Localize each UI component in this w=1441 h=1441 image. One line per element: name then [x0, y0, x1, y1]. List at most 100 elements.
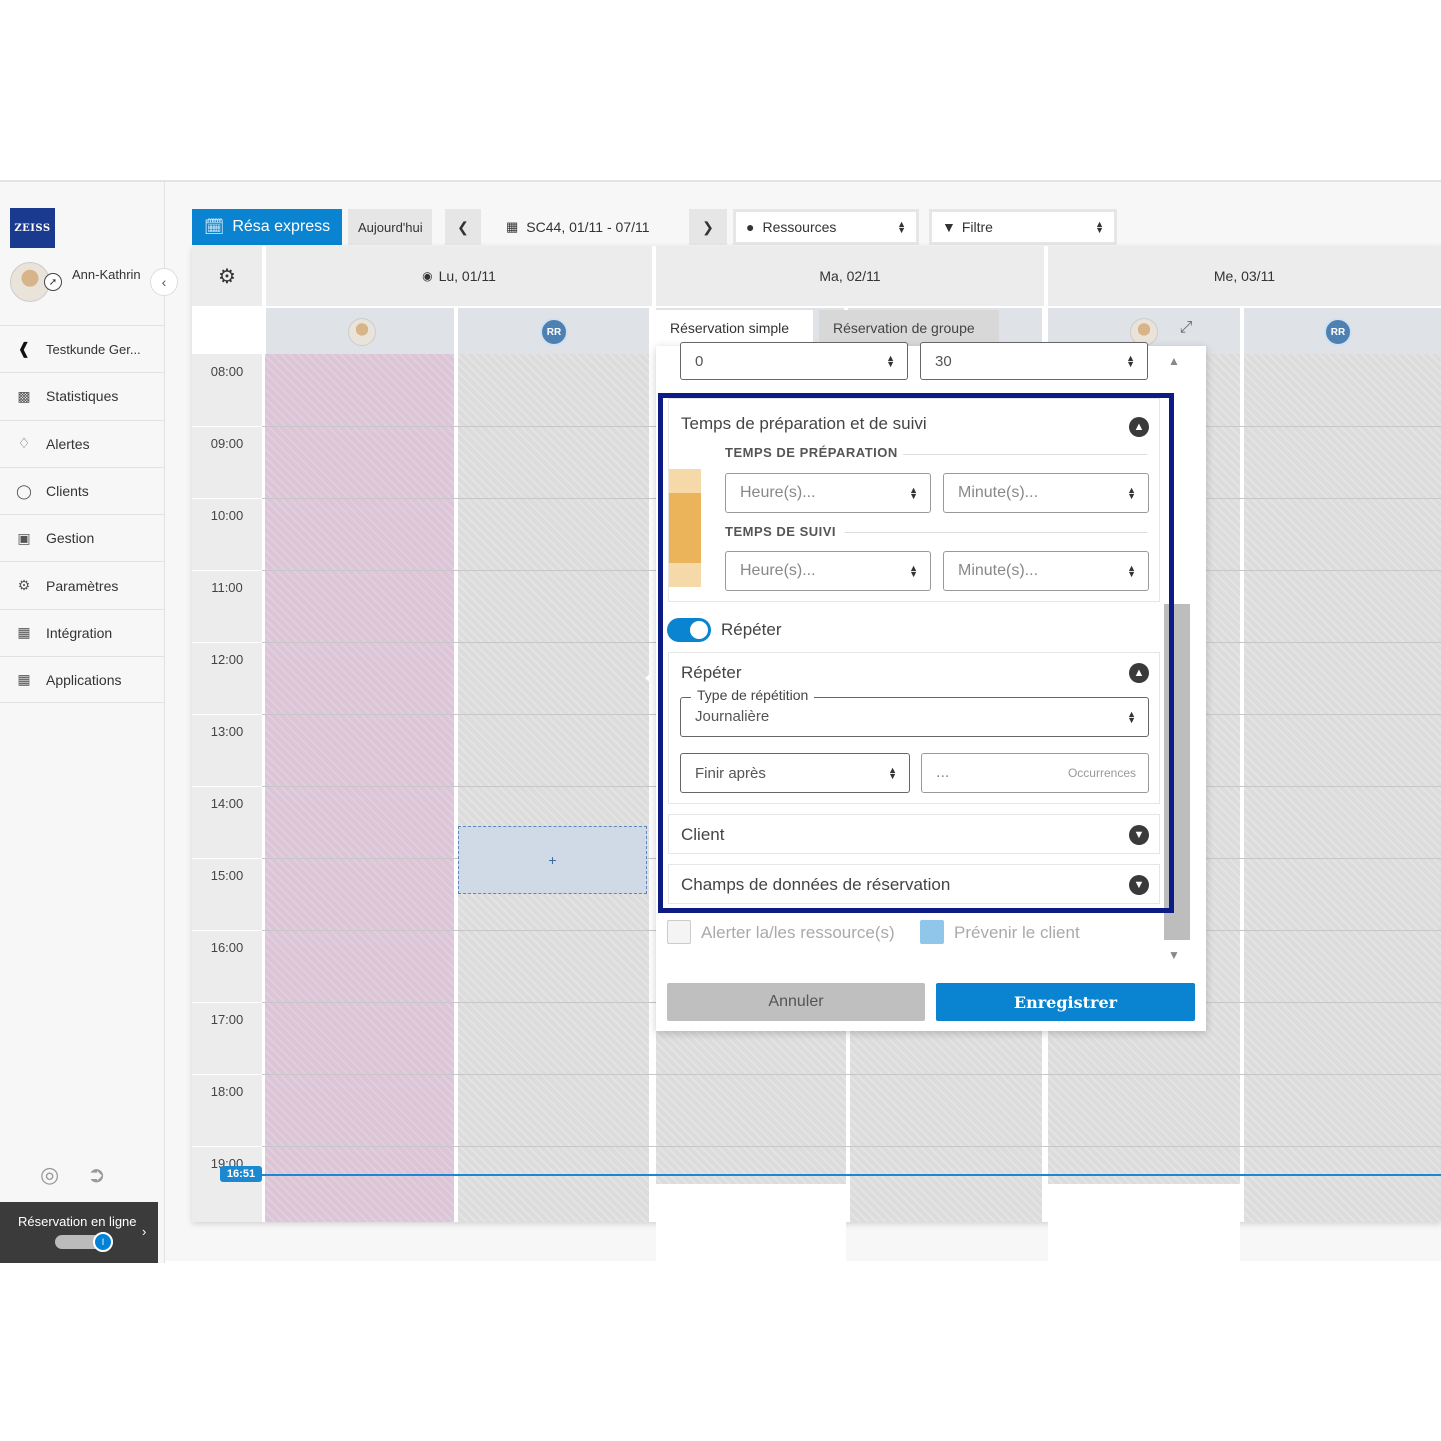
prep-hours-select[interactable]: Heure(s)... ▲ ▼	[725, 473, 931, 513]
prep-section-title: Temps de préparation et de suivi	[681, 414, 927, 433]
chevron-down-icon[interactable]: ▼	[1129, 825, 1149, 845]
location-pin-icon: ◉	[422, 269, 433, 283]
scroll-down-icon[interactable]: ▼	[1168, 948, 1180, 962]
end-condition-value: Finir après	[695, 764, 766, 782]
sidebar-item-statistiques[interactable]: ▩ Statistiques	[0, 372, 165, 419]
time-label: 17:00	[210, 1012, 244, 1027]
collapse-sidebar-button[interactable]: ‹	[150, 268, 178, 296]
duration-minutes-select[interactable]: 30 ▲ ▼	[920, 342, 1148, 380]
hours-placeholder: Heure(s)...	[740, 562, 816, 579]
resources-select[interactable]: ● Ressources ▲ ▼	[733, 209, 919, 245]
sidebar-nav: ❰ Testkunde Ger... ▩ Statistiques ♢ Aler…	[0, 325, 165, 704]
repeat-type-select[interactable]: Journalière ▲ ▼	[680, 697, 1149, 737]
date-range-picker[interactable]: ▦ SC44, 01/11 - 07/11	[500, 209, 680, 245]
online-booking-toggle[interactable]: I	[55, 1232, 113, 1252]
sidebar-item-label: Clients	[46, 483, 89, 500]
time-label: 11:00	[211, 580, 243, 595]
open-slot-area[interactable]	[1048, 1194, 1240, 1332]
day-header-tuesday[interactable]: Ma, 02/11	[652, 246, 1044, 306]
client-section[interactable]: Client ▼	[668, 814, 1160, 854]
sidebar-item-label: Gestion	[46, 530, 95, 547]
day-header-monday[interactable]: ◉ Lu, 01/11	[262, 246, 652, 306]
day-label: Ma, 02/11	[819, 268, 881, 284]
duration-hours-select[interactable]: 0 ▲ ▼	[680, 342, 908, 380]
notify-client-checkbox[interactable]	[920, 920, 944, 944]
resource-column[interactable]	[1244, 354, 1441, 1222]
sidebar-item-gestion[interactable]: ▣ Gestion	[0, 514, 165, 561]
hours-placeholder: Heure(s)...	[740, 484, 816, 501]
filter-select[interactable]: ▼ Filtre ▲ ▼	[929, 209, 1117, 245]
sort-arrows-icon: ▲ ▼	[1127, 485, 1136, 501]
person-icon: ●	[746, 219, 755, 235]
next-week-button[interactable]: ❯	[689, 209, 727, 245]
time-label: 08:00	[210, 364, 244, 379]
resource-header: RR	[1242, 308, 1441, 354]
client-section-title: Client	[681, 825, 725, 844]
sidebar-item-label: Applications	[46, 671, 122, 688]
followup-minutes-select[interactable]: Minute(s)... ▲ ▼	[943, 551, 1149, 591]
end-condition-select[interactable]: Finir après ▲ ▼	[680, 753, 910, 793]
previous-week-button[interactable]: ❮	[445, 209, 481, 245]
time-label: 18:00	[210, 1084, 244, 1099]
time-column: 08:00 09:00 10:00 11:00 12:00 13:00 14:0…	[192, 354, 262, 1222]
chevron-up-icon[interactable]: ▲	[1129, 417, 1149, 437]
time-label: 12:00	[210, 652, 244, 667]
sidebar-item-label: Testkunde Ger...	[46, 341, 141, 357]
repeat-type-value: Journalière	[695, 707, 770, 725]
resource-avatar-rr: RR	[1324, 318, 1352, 346]
tab-reservation-groupe[interactable]: Réservation de groupe	[819, 310, 999, 346]
sidebar-item-clients[interactable]: ◯ Clients	[0, 466, 165, 514]
chevron-down-icon[interactable]: ▼	[1129, 875, 1149, 895]
today-button[interactable]: Aujourd'hui	[348, 209, 432, 245]
sidebar-item-parametres[interactable]: ⚙ Paramètres	[0, 561, 165, 608]
cancel-button[interactable]: Annuler	[667, 983, 925, 1021]
sidebar-item-back[interactable]: ❰ Testkunde Ger...	[0, 325, 165, 372]
booking-timeline-bar	[669, 493, 701, 563]
popup-body: ▲ ▼ 0 ▲ ▼ 30 ▲ ▼ Temps de préparation et d…	[656, 342, 1206, 1031]
briefcase-icon: ▣	[17, 529, 31, 546]
chevron-up-icon[interactable]: ▲	[1129, 663, 1149, 683]
expand-icon[interactable]: ⤢	[1166, 310, 1206, 346]
sidebar-item-label: Alertes	[46, 435, 90, 452]
resa-express-button[interactable]: 🗓 Résa express	[192, 209, 342, 245]
sidebar-item-alertes[interactable]: ♢ Alertes	[0, 419, 165, 467]
new-booking-slot[interactable]: +	[458, 826, 647, 894]
scrollbar-thumb[interactable]	[1164, 604, 1190, 940]
resources-label: Ressources	[762, 219, 837, 235]
help-lifebuoy-icon[interactable]: ◎	[40, 1162, 59, 1192]
compass-icon[interactable]: ➚	[44, 273, 62, 291]
occurrences-input[interactable]: ... Occurrences	[921, 753, 1149, 793]
prep-followup-section: Temps de préparation et de suivi ▲ TEMPS…	[668, 398, 1160, 602]
chart-icon: ▩	[17, 387, 31, 404]
day-header-wednesday[interactable]: Me, 03/11	[1044, 246, 1441, 306]
alert-resources-checkbox[interactable]	[667, 920, 691, 944]
time-label: 13:00	[210, 724, 244, 739]
open-slot-area[interactable]	[656, 1194, 846, 1332]
calendar-settings-button[interactable]: ⚙	[192, 246, 262, 306]
sidebar-item-applications[interactable]: ▦ Applications	[0, 656, 165, 704]
gears-icon: ⚙	[218, 265, 236, 288]
logout-icon[interactable]: ➲	[87, 1162, 105, 1192]
sidebar-item-integration[interactable]: ▦ Intégration	[0, 608, 165, 656]
scroll-up-icon[interactable]: ▲	[1168, 354, 1180, 368]
repeat-section-title: Répéter	[681, 663, 742, 682]
sidebar: ZEISS ➚ Ann-Kathrin ‹ ❰ Testkunde Ger...…	[0, 182, 178, 1263]
save-button[interactable]: Enregistrer	[936, 983, 1195, 1021]
booking-fields-section[interactable]: Champs de données de réservation ▼	[668, 864, 1160, 904]
duration-hours-value: 0	[695, 352, 704, 370]
day-label: Me, 03/11	[1213, 268, 1276, 284]
prep-minutes-select[interactable]: Minute(s)... ▲ ▼	[943, 473, 1149, 513]
chevron-right-icon[interactable]: ›	[142, 1224, 158, 1244]
repeat-toggle[interactable]	[667, 618, 711, 642]
time-label: 15:00	[210, 868, 244, 883]
bell-icon: ♢	[17, 435, 31, 452]
resource-column-unavailable[interactable]	[265, 354, 454, 1222]
tab-reservation-simple[interactable]: Réservation simple	[656, 310, 813, 346]
resource-column[interactable]	[458, 354, 649, 1222]
user-profile[interactable]: ➚ Ann-Kathrin	[10, 262, 160, 306]
current-time-badge: 16:51	[220, 1166, 262, 1182]
sort-arrows-icon: ▲ ▼	[909, 563, 918, 579]
followup-hours-select[interactable]: Heure(s)... ▲ ▼	[725, 551, 931, 591]
minutes-placeholder: Minute(s)...	[958, 484, 1039, 501]
sidebar-item-label: Paramètres	[46, 577, 119, 594]
